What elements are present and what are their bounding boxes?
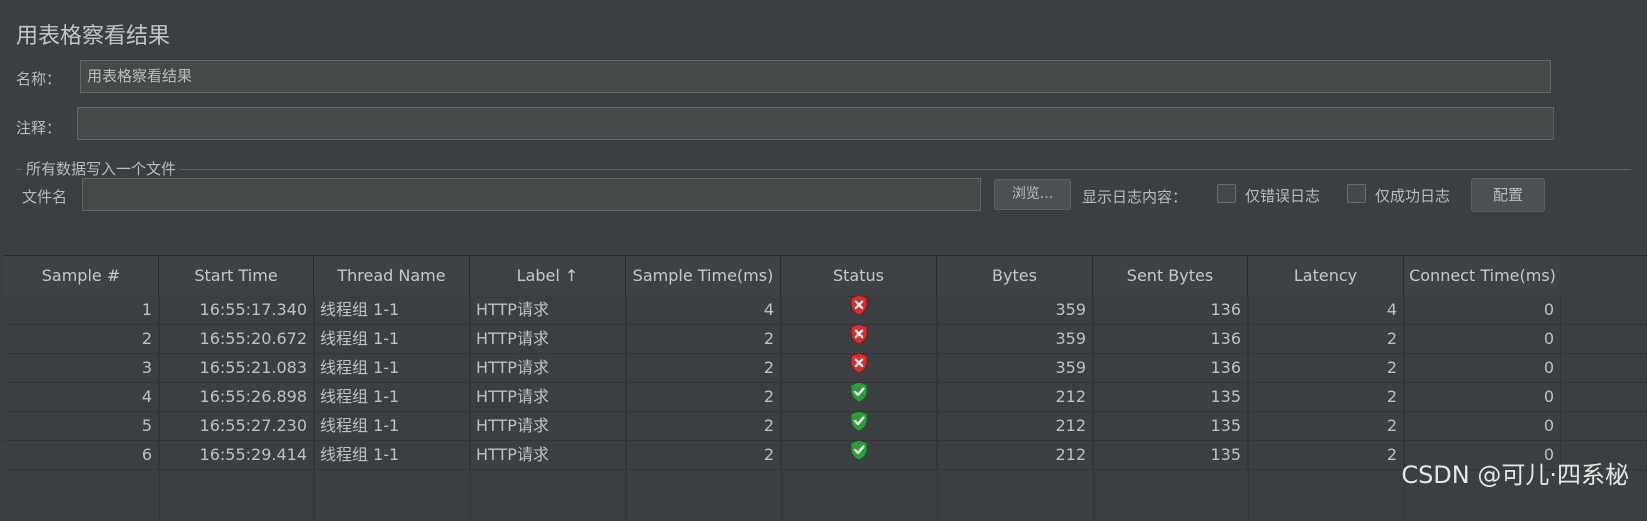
- cell-bytes: 212: [937, 383, 1093, 411]
- cell-sent-bytes: 136: [1093, 354, 1248, 382]
- col-label-header[interactable]: Label ↑: [470, 256, 626, 296]
- cell-latency: 2: [1248, 383, 1404, 411]
- cell-status: [781, 383, 937, 411]
- watermark: CSDN @可儿·四系柲: [1401, 461, 1629, 489]
- cell-thread-name: 线程组 1-1: [314, 354, 470, 382]
- errors-only-checkbox[interactable]: [1217, 184, 1236, 203]
- col-bytes-header[interactable]: Bytes: [937, 256, 1093, 296]
- cell-connect-time: 0: [1404, 383, 1561, 411]
- cell-connect-time: 0: [1404, 354, 1561, 382]
- table-row[interactable]: 4 16:55:26.898 线程组 1-1 HTTP请求 2 212 135 2 0: [4, 383, 1647, 412]
- cell-sample-time: 2: [626, 441, 781, 469]
- panel-title: 用表格察看结果: [16, 24, 171, 49]
- col-sent-bytes-header[interactable]: Sent Bytes: [1093, 256, 1248, 296]
- cell-sample-time: 2: [626, 354, 781, 382]
- shield-x-icon: [849, 325, 869, 353]
- success-only-label: 仅成功日志: [1375, 187, 1451, 205]
- cell-thread-name: 线程组 1-1: [314, 412, 470, 440]
- cell-latency: 4: [1248, 296, 1404, 324]
- configure-button[interactable]: 配置: [1471, 178, 1545, 212]
- table-row[interactable]: 2 16:55:20.672 线程组 1-1 HTTP请求 2 359 136 2 0: [4, 325, 1647, 354]
- col-latency-header[interactable]: Latency: [1248, 256, 1404, 296]
- cell-latency: 2: [1248, 441, 1404, 469]
- comment-label: 注释：: [16, 119, 62, 137]
- cell-status: [781, 296, 937, 324]
- cell-thread-name: 线程组 1-1: [314, 441, 470, 469]
- cell-label: HTTP请求: [470, 325, 626, 353]
- cell-start-time: 16:55:27.230: [159, 412, 314, 440]
- col-thread-name-header[interactable]: Thread Name: [314, 256, 470, 296]
- log-display-label: 显示日志内容：: [1082, 188, 1188, 206]
- cell-status: [781, 325, 937, 353]
- cell-sent-bytes: 135: [1093, 383, 1248, 411]
- table-header: Sample # Start Time Thread Name Label ↑ …: [4, 255, 1647, 297]
- cell-thread-name: 线程组 1-1: [314, 325, 470, 353]
- cell-sample: 2: [4, 325, 159, 353]
- success-only-checkbox[interactable]: [1347, 184, 1366, 203]
- cell-sample: 4: [4, 383, 159, 411]
- cell-connect-time: 0: [1404, 412, 1561, 440]
- cell-label: HTTP请求: [470, 383, 626, 411]
- file-section-title: 所有数据写入一个文件: [22, 158, 181, 179]
- cell-status: [781, 412, 937, 440]
- cell-sample-time: 2: [626, 383, 781, 411]
- filename-label: 文件名: [22, 188, 68, 206]
- cell-sample: 1: [4, 296, 159, 324]
- shield-check-icon: [849, 412, 869, 440]
- errors-only-label: 仅错误日志: [1245, 187, 1321, 205]
- cell-bytes: 212: [937, 412, 1093, 440]
- cell-thread-name: 线程组 1-1: [314, 383, 470, 411]
- shield-x-icon: [849, 354, 869, 382]
- cell-bytes: 359: [937, 354, 1093, 382]
- comment-input[interactable]: [77, 107, 1554, 140]
- col-start-time-header[interactable]: Start Time: [159, 256, 314, 296]
- cell-sent-bytes: 136: [1093, 325, 1248, 353]
- cell-sample-time: 2: [626, 412, 781, 440]
- cell-thread-name: 线程组 1-1: [314, 296, 470, 324]
- cell-start-time: 16:55:29.414: [159, 441, 314, 469]
- file-section-border: [16, 169, 1631, 170]
- name-input[interactable]: 用表格察看结果: [80, 60, 1551, 93]
- cell-sample: 6: [4, 441, 159, 469]
- cell-latency: 2: [1248, 354, 1404, 382]
- cell-latency: 2: [1248, 325, 1404, 353]
- cell-connect-time: 0: [1404, 325, 1561, 353]
- browse-button[interactable]: 浏览...: [994, 179, 1071, 210]
- cell-start-time: 16:55:17.340: [159, 296, 314, 324]
- cell-sent-bytes: 135: [1093, 441, 1248, 469]
- cell-connect-time: 0: [1404, 296, 1561, 324]
- filename-input[interactable]: [82, 178, 981, 211]
- name-label: 名称：: [16, 70, 62, 88]
- cell-status: [781, 441, 937, 469]
- cell-sample: 5: [4, 412, 159, 440]
- cell-label: HTTP请求: [470, 441, 626, 469]
- cell-sample-time: 4: [626, 296, 781, 324]
- col-sample-time-header[interactable]: Sample Time(ms): [626, 256, 781, 296]
- cell-label: HTTP请求: [470, 296, 626, 324]
- col-status-header[interactable]: Status: [781, 256, 937, 296]
- table-row[interactable]: 5 16:55:27.230 线程组 1-1 HTTP请求 2 212 135 2 0: [4, 412, 1647, 441]
- cell-sample: 3: [4, 354, 159, 382]
- col-connect-time-header[interactable]: Connect Time(ms): [1404, 256, 1561, 296]
- cell-label: HTTP请求: [470, 412, 626, 440]
- cell-sent-bytes: 135: [1093, 412, 1248, 440]
- cell-latency: 2: [1248, 412, 1404, 440]
- cell-bytes: 359: [937, 296, 1093, 324]
- cell-start-time: 16:55:20.672: [159, 325, 314, 353]
- cell-sent-bytes: 136: [1093, 296, 1248, 324]
- cell-bytes: 359: [937, 325, 1093, 353]
- cell-start-time: 16:55:21.083: [159, 354, 314, 382]
- cell-status: [781, 354, 937, 382]
- shield-x-icon: [849, 296, 869, 324]
- cell-label: HTTP请求: [470, 354, 626, 382]
- cell-start-time: 16:55:26.898: [159, 383, 314, 411]
- table-row[interactable]: 1 16:55:17.340 线程组 1-1 HTTP请求 4 359 136 4 0: [4, 296, 1647, 325]
- table-row[interactable]: 3 16:55:21.083 线程组 1-1 HTTP请求 2 359 136 2 0: [4, 354, 1647, 383]
- shield-check-icon: [849, 383, 869, 411]
- shield-check-icon: [849, 441, 869, 469]
- col-sample-header[interactable]: Sample #: [4, 256, 159, 296]
- cell-bytes: 212: [937, 441, 1093, 469]
- cell-sample-time: 2: [626, 325, 781, 353]
